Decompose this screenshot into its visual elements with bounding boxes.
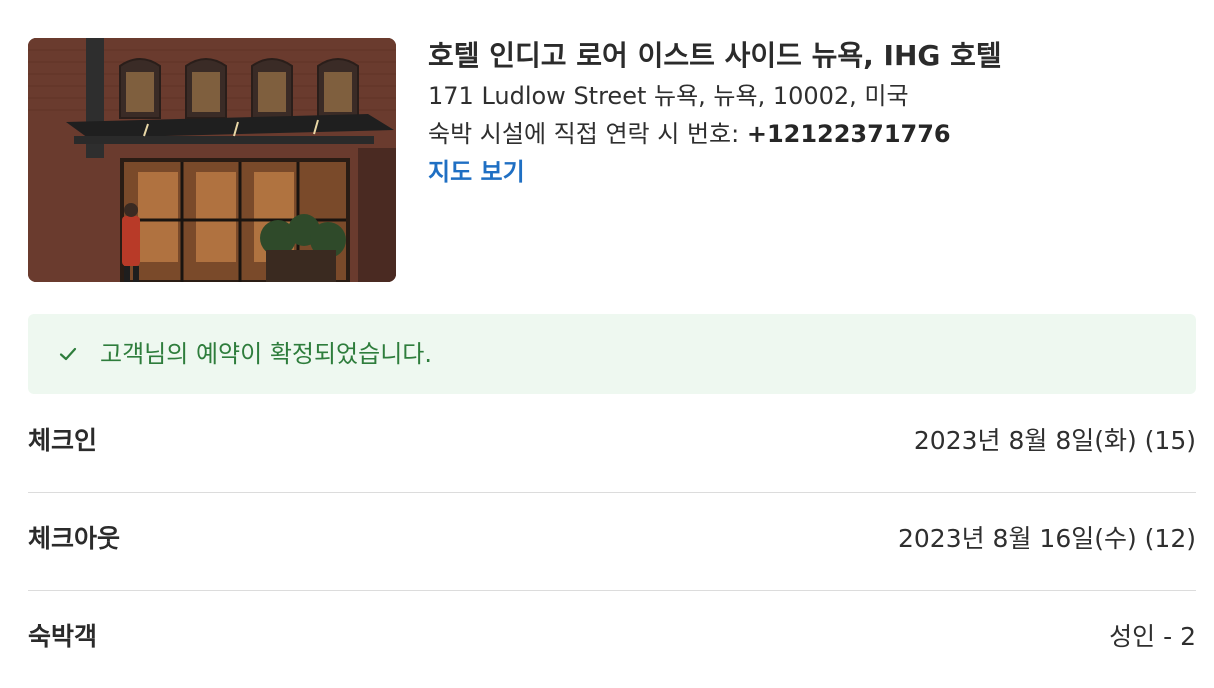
guests-value: 성인 - 2 bbox=[1109, 622, 1196, 651]
check-icon bbox=[58, 344, 78, 364]
confirmation-banner: 고객님의 예약이 확정되었습니다. bbox=[28, 314, 1196, 394]
hotel-photo bbox=[28, 38, 396, 282]
detail-row-checkin: 체크인 2023년 8월 8일(화) (15) bbox=[28, 394, 1196, 493]
hotel-info: 호텔 인디고 로어 이스트 사이드 뉴욕, IHG 호텔 171 Ludlow … bbox=[428, 38, 1188, 188]
hotel-phone: 숙박 시설에 직접 연락 시 번호: +12122371776 bbox=[428, 118, 1188, 150]
hotel-address: 171 Ludlow Street 뉴욕, 뉴욕, 10002, 미국 bbox=[428, 82, 909, 110]
checkout-label: 체크아웃 bbox=[28, 524, 121, 553]
checkin-label: 체크인 bbox=[28, 426, 98, 455]
checkin-value: 2023년 8월 8일(화) (15) bbox=[913, 426, 1196, 455]
hotel-card: 호텔 인디고 로어 이스트 사이드 뉴욕, IHG 호텔 171 Ludlow … bbox=[28, 38, 1196, 282]
detail-row-checkout: 체크아웃 2023년 8월 16일(수) (12) bbox=[28, 492, 1196, 591]
hotel-photo-image bbox=[28, 38, 396, 282]
confirmation-message: 고객님의 예약이 확정되었습니다. bbox=[100, 340, 433, 368]
hotel-phone-label: 숙박 시설에 직접 연락 시 번호: bbox=[428, 120, 747, 148]
hotel-phone-number[interactable]: +12122371776 bbox=[747, 120, 951, 148]
detail-row-guests: 숙박객 성인 - 2 bbox=[28, 590, 1196, 688]
guests-label: 숙박객 bbox=[28, 622, 98, 651]
view-map-link[interactable]: 지도 보기 bbox=[428, 156, 525, 188]
hotel-name: 호텔 인디고 로어 이스트 사이드 뉴욕, IHG 호텔 bbox=[428, 39, 1002, 72]
checkout-value: 2023년 8월 16일(수) (12) bbox=[897, 524, 1196, 553]
